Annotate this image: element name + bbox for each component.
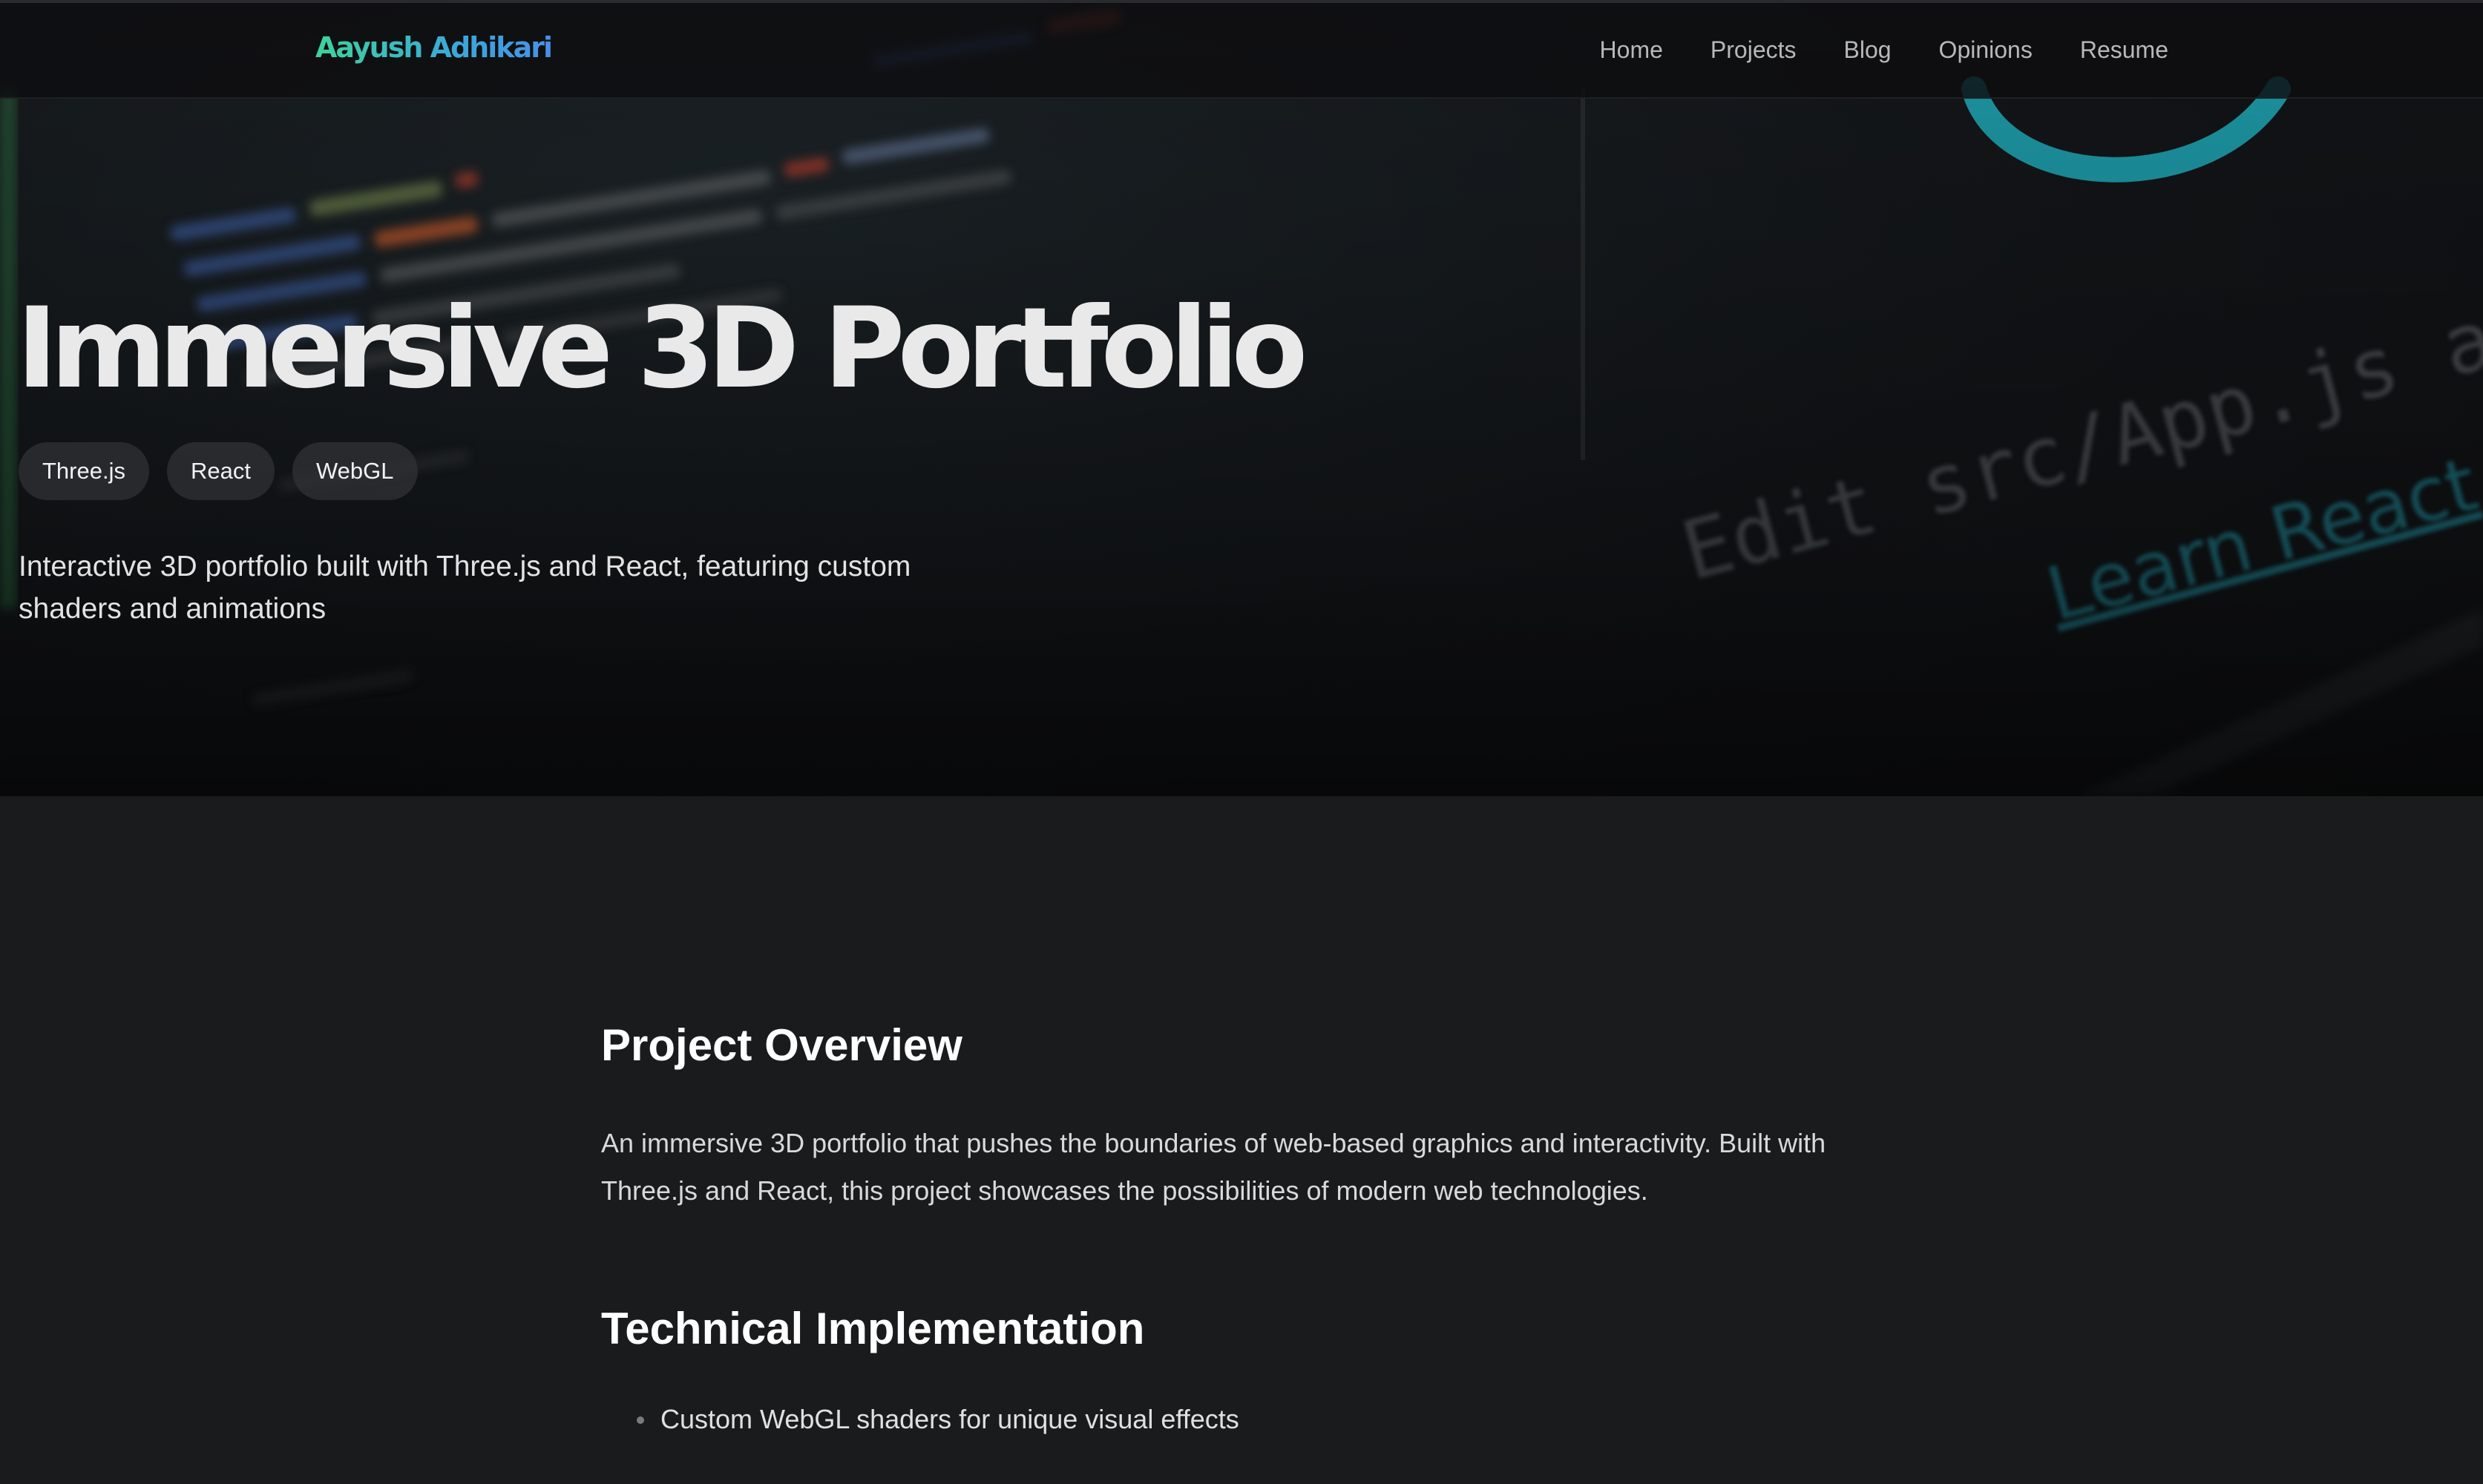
nav-link-resume[interactable]: Resume: [2080, 36, 2168, 64]
nav-link-opinions[interactable]: Opinions: [1939, 36, 2033, 64]
brand-logo-link[interactable]: Aayush Adhikari: [315, 31, 553, 64]
feature-text: Custom WebGL shaders for unique visual e…: [660, 1404, 1239, 1434]
technical-heading: Technical Implementation: [601, 1304, 1145, 1353]
nav-link-projects[interactable]: Projects: [1710, 36, 1797, 64]
bullet-icon: [637, 1416, 644, 1424]
feature-list: Custom WebGL shaders for unique visual e…: [601, 1396, 1892, 1443]
project-article: Project Overview An immersive 3D portfol…: [601, 1019, 1892, 1443]
nav-link-blog[interactable]: Blog: [1844, 36, 1892, 64]
nav-links: Home Projects Blog Opinions Resume: [1600, 36, 2168, 64]
tag-webgl: WebGL: [292, 442, 418, 500]
overview-heading: Project Overview: [601, 1020, 962, 1070]
tag-react: React: [166, 442, 275, 500]
nav-link-home[interactable]: Home: [1600, 36, 1663, 64]
tag-threejs: Three.js: [19, 442, 149, 500]
tech-tags: Three.js React WebGL: [19, 442, 418, 500]
project-summary: Interactive 3D portfolio built with Thre…: [19, 551, 911, 625]
overview-paragraph: An immersive 3D portfolio that pushes th…: [601, 1128, 1826, 1206]
list-item: Custom WebGL shaders for unique visual e…: [637, 1396, 1892, 1443]
hero-section: Edit src/App.js and save to rel Learn Re…: [0, 0, 2483, 796]
top-navbar: Aayush Adhikari Home Projects Blog Opini…: [0, 0, 2483, 99]
project-title: Immersive 3D Portfolio: [16, 284, 1308, 413]
